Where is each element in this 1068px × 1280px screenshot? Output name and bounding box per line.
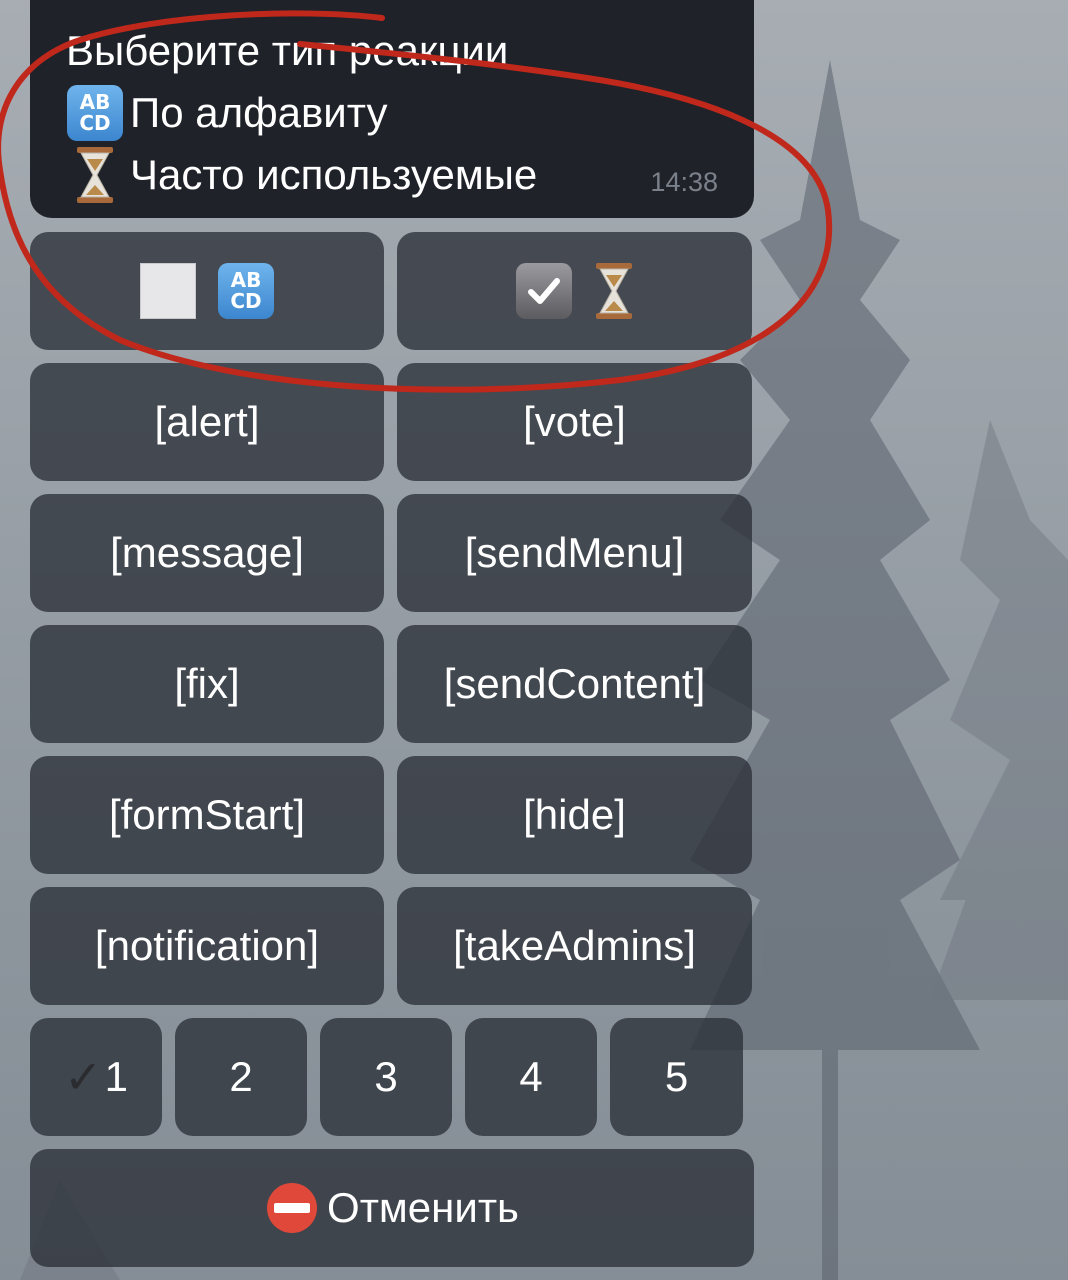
message-frequent-text: Часто используемые xyxy=(130,151,538,198)
hide-button-label: [hide] xyxy=(523,791,626,838)
send-menu-button[interactable]: [sendMenu] xyxy=(397,494,752,612)
vote-button-label: [vote] xyxy=(523,398,626,445)
message-timestamp: 14:38 xyxy=(650,167,718,197)
message-line-alphabet: AB CD По алфавиту xyxy=(66,82,754,144)
vote-button[interactable]: [vote] xyxy=(397,363,752,481)
fix-button-label: [fix] xyxy=(174,660,240,707)
page-1-label: 1 xyxy=(104,1053,128,1100)
message-title-text: Выберите тип реакции xyxy=(66,27,509,74)
cancel-button-label: Отменить xyxy=(327,1184,519,1231)
cancel-button[interactable]: Отменить xyxy=(30,1149,754,1267)
notification-button[interactable]: [notification] xyxy=(30,887,384,1005)
checkmark-icon: ✓ xyxy=(64,1050,103,1104)
form-start-button-label: [formStart] xyxy=(108,791,306,838)
message-bubble: Выберите тип реакции AB CD По алфавиту Ча… xyxy=(30,0,754,218)
message-line-title: Выберите тип реакции xyxy=(66,20,754,82)
page-button-1[interactable]: ✓ 1 xyxy=(30,1018,162,1136)
send-content-button[interactable]: [sendContent] xyxy=(397,625,752,743)
hourglass-icon xyxy=(66,146,124,204)
alert-button[interactable]: [alert] xyxy=(30,363,384,481)
take-admins-button[interactable]: [takeAdmins] xyxy=(397,887,752,1005)
send-content-button-label: [sendContent] xyxy=(443,660,706,707)
abcd-icon: AB CD xyxy=(66,84,124,142)
message-button-label: [message] xyxy=(110,529,304,576)
message-button[interactable]: [message] xyxy=(30,494,384,612)
toggle-frequent-button[interactable] xyxy=(397,232,752,350)
notification-button-label: [notification] xyxy=(94,922,320,969)
no-entry-icon xyxy=(265,1181,319,1235)
send-menu-button-label: [sendMenu] xyxy=(464,529,685,576)
hourglass-icon xyxy=(594,263,634,319)
page-5-label: 5 xyxy=(664,1053,689,1100)
page-button-2[interactable]: 2 xyxy=(175,1018,307,1136)
page-3-label: 3 xyxy=(374,1053,398,1100)
message-alphabet-text: По алфавиту xyxy=(130,89,388,136)
page-4-label: 4 xyxy=(519,1053,543,1100)
toggle-alphabet-button[interactable]: AB CD xyxy=(30,232,384,350)
page-button-5[interactable]: 5 xyxy=(610,1018,743,1136)
page-button-4[interactable]: 4 xyxy=(465,1018,597,1136)
page-2-label: 2 xyxy=(229,1053,253,1100)
white-square-icon xyxy=(140,263,196,319)
check-box-icon xyxy=(515,263,572,319)
page-button-3[interactable]: 3 xyxy=(320,1018,452,1136)
form-start-button[interactable]: [formStart] xyxy=(30,756,384,874)
fix-button[interactable]: [fix] xyxy=(30,625,384,743)
abcd-icon: AB CD xyxy=(218,263,274,319)
hide-button[interactable]: [hide] xyxy=(397,756,752,874)
take-admins-button-label: [takeAdmins] xyxy=(453,922,696,969)
alert-button-label: [alert] xyxy=(154,398,260,445)
